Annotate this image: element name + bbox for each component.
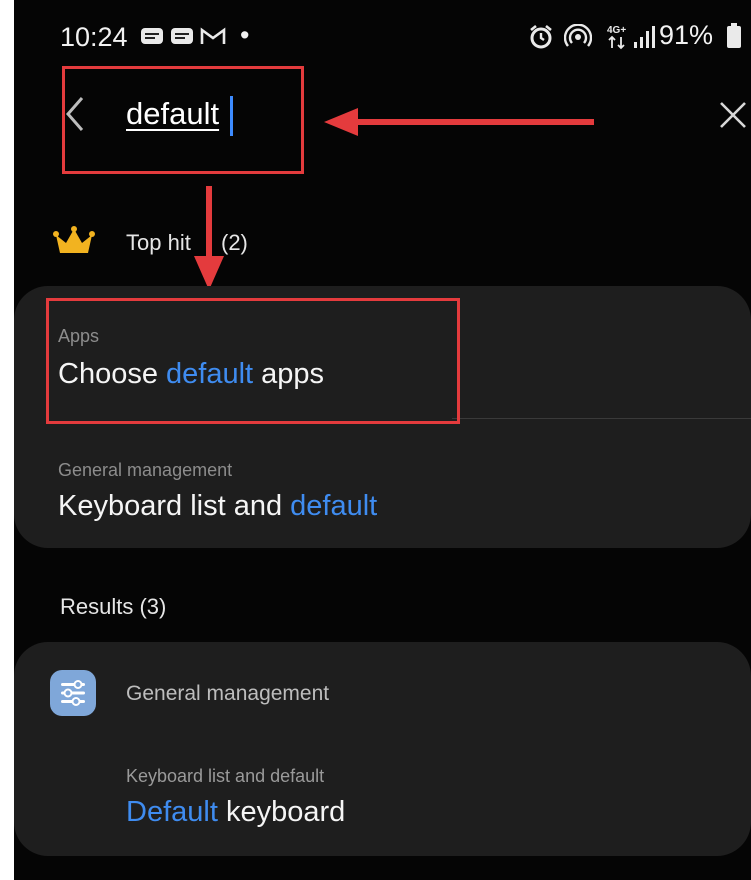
status-dot: • xyxy=(240,20,250,50)
results-label: Results (3) xyxy=(60,594,167,619)
top-hits-count: (2) xyxy=(221,230,248,255)
annotation-search-box xyxy=(62,66,304,174)
annotation-hit-box xyxy=(46,298,460,424)
gmail-icon xyxy=(200,27,226,44)
svg-text:4G+: 4G+ xyxy=(607,25,626,36)
annotation-arrow-down xyxy=(194,186,224,290)
divider xyxy=(452,418,751,419)
status-time: 10:24 xyxy=(60,22,128,52)
hotspot-icon xyxy=(564,24,592,47)
alarm-icon xyxy=(530,24,552,49)
results-card xyxy=(14,642,751,856)
annotation-arrow-left xyxy=(324,108,594,136)
message-icon xyxy=(141,28,163,44)
phone-screen: 10:24 • 4G+ 91% default Top hit (2) Apps… xyxy=(14,0,751,880)
close-icon[interactable] xyxy=(718,100,748,130)
4g-icon: 4G+ xyxy=(607,25,626,50)
crown-icon xyxy=(53,226,95,253)
message-icon xyxy=(171,28,193,44)
hit-category: General management xyxy=(58,460,233,480)
settings-sliders-icon xyxy=(50,670,96,716)
result-title-default-keyboard[interactable]: Default keyboard xyxy=(126,796,345,829)
result-subtitle: Keyboard list and default xyxy=(126,766,325,786)
battery-percent: 91% xyxy=(659,20,714,50)
hit-title-keyboard-list[interactable]: Keyboard list and default xyxy=(58,490,377,523)
signal-icon xyxy=(634,26,655,48)
top-hits-label: Top hit xyxy=(126,230,191,255)
results-group-label: General management xyxy=(126,682,330,705)
battery-icon xyxy=(727,23,741,48)
